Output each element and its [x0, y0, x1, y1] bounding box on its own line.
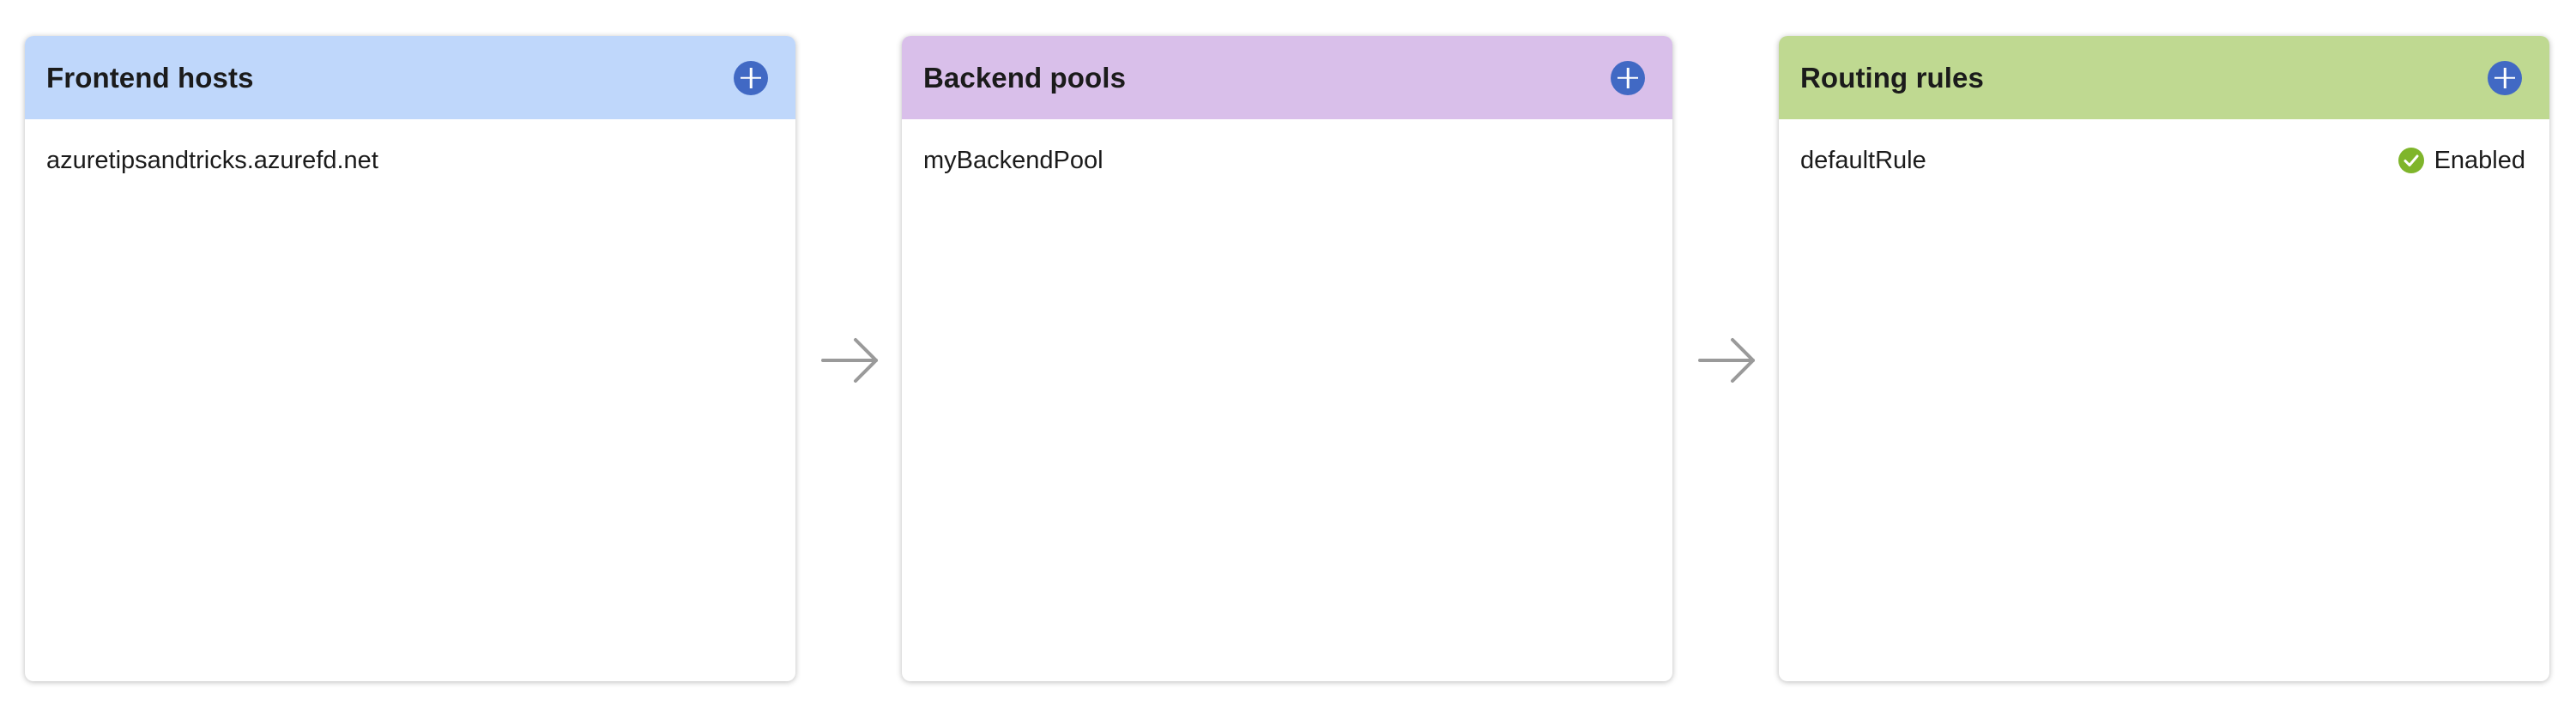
arrow-right-icon [821, 338, 878, 383]
routing-rule-status-label: Enabled [2434, 146, 2525, 174]
routing-rule-label: defaultRule [1800, 146, 1926, 174]
backend-pool-label: myBackendPool [923, 146, 1104, 174]
add-backend-pool-button[interactable] [1611, 60, 1645, 95]
backend-pools-list: myBackendPool [902, 119, 1672, 178]
routing-rules-title: Routing rules [1800, 61, 1984, 94]
frontend-hosts-header: Frontend hosts [25, 36, 795, 119]
backend-pool-item[interactable]: myBackendPool [923, 143, 1651, 178]
backend-pools-panel: Backend pools myBackendPool [902, 36, 1672, 681]
routing-rules-panel: Routing rules defaultRule Enabled [1779, 36, 2549, 681]
arrow-right-icon [1698, 338, 1755, 383]
backend-pools-header: Backend pools [902, 36, 1672, 119]
backend-pools-title: Backend pools [923, 61, 1127, 94]
add-frontend-host-button[interactable] [734, 60, 768, 95]
frontend-hosts-list: azuretipsandtricks.azurefd.net [25, 119, 795, 178]
check-circle-icon [2398, 148, 2424, 173]
frontend-hosts-title: Frontend hosts [46, 61, 254, 94]
frontend-hosts-panel: Frontend hosts azuretipsandtricks.azuref… [25, 36, 795, 681]
routing-rule-status: Enabled [2398, 147, 2525, 175]
routing-rule-item[interactable]: defaultRule Enabled [1800, 143, 2528, 178]
frontend-host-item[interactable]: azuretipsandtricks.azurefd.net [46, 143, 774, 178]
routing-rules-header: Routing rules [1779, 36, 2549, 119]
routing-rules-list: defaultRule Enabled [1779, 119, 2549, 178]
frontend-host-label: azuretipsandtricks.azurefd.net [46, 146, 378, 174]
add-routing-rule-button[interactable] [2488, 60, 2522, 95]
